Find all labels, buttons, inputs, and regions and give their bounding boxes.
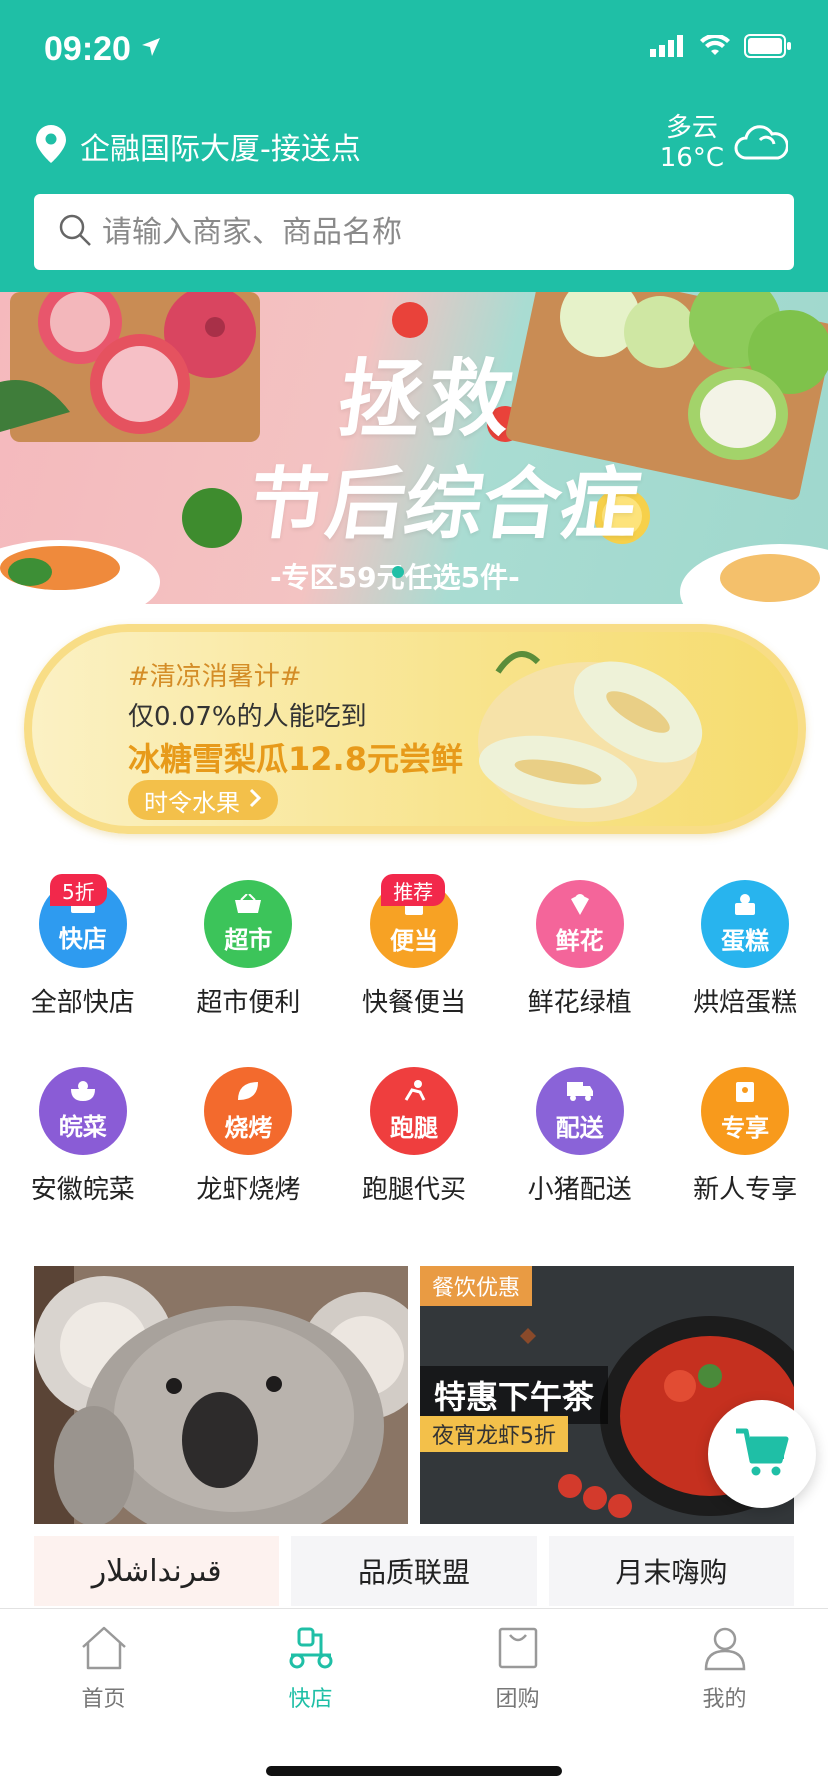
status-time: 09:20	[44, 30, 131, 68]
promo-button-label: 时令水果	[144, 788, 240, 817]
category-grid: 快店 5折 全部快店 超市 超市便利 便当 推荐 快餐便当 鲜花 鲜花绿植 蛋糕…	[0, 874, 828, 1206]
promo-banner[interactable]: #清凉消暑计# 仅0.07%的人能吃到 冰糖雪梨瓜12.8元尝鲜 时令水果	[24, 624, 806, 834]
shopping-bag-icon	[495, 1625, 541, 1675]
tab-me[interactable]: 我的	[621, 1609, 828, 1729]
category-label: 超市便利	[196, 988, 301, 1018]
bowl-icon	[69, 1080, 97, 1105]
leaf-icon	[236, 1080, 260, 1106]
category-icon-circle: 烧烤	[204, 1067, 293, 1155]
tile-uyghur[interactable]: قىرنداشلار	[34, 1536, 280, 1606]
discount-badge: 5折	[50, 874, 107, 906]
category-icon-circle: 鲜花	[535, 880, 624, 968]
tab-label: 我的	[702, 1687, 747, 1712]
carousel-indicator[interactable]	[392, 566, 404, 578]
weather-temp: 16°C	[659, 142, 724, 173]
category-crayfish-bbq[interactable]: 烧烤 龙虾烧烤	[166, 1067, 332, 1206]
category-label: 龙虾烧烤	[196, 1175, 301, 1205]
hero-title-line1: 拯救	[332, 350, 522, 448]
category-icon-circle: 超市	[204, 880, 293, 968]
promo-line2: 冰糖雪梨瓜12.8元尝鲜	[128, 740, 463, 778]
signal-icon	[650, 35, 686, 61]
wifi-icon	[700, 33, 730, 61]
category-supermarket[interactable]: 超市 超市便利	[166, 880, 332, 1019]
promo-line1: 仅0.07%的人能吃到	[128, 702, 367, 732]
category-flowers[interactable]: 鲜花 鲜花绿植	[497, 880, 663, 1019]
tile-quality-alliance[interactable]: 品质联盟	[291, 1536, 537, 1606]
category-bakery[interactable]: 蛋糕 烘焙蛋糕	[662, 880, 828, 1019]
promo-button[interactable]: 时令水果	[128, 780, 278, 820]
cloud-icon	[734, 122, 789, 166]
home-icon	[79, 1625, 129, 1675]
chevron-right-icon	[248, 786, 262, 814]
tab-group-buy[interactable]: 团购	[414, 1609, 621, 1729]
category-label: 全部快店	[30, 988, 135, 1018]
category-label: 快餐便当	[361, 988, 466, 1018]
search-bar[interactable]	[34, 194, 794, 270]
recommend-badge: 推荐	[381, 874, 446, 906]
category-icon-circle: 皖菜	[38, 1067, 127, 1155]
category-fast-food[interactable]: 便当 推荐 快餐便当	[331, 874, 497, 1019]
tab-home[interactable]: 首页	[0, 1609, 207, 1729]
runner-icon	[400, 1079, 428, 1106]
home-indicator	[266, 1766, 562, 1776]
category-label: 小猪配送	[527, 1175, 632, 1205]
category-errands[interactable]: 跑腿 跑腿代买	[331, 1067, 497, 1206]
tab-label: 首页	[81, 1687, 126, 1712]
battery-icon	[744, 34, 792, 62]
melon-illustration	[478, 651, 703, 822]
status-bar: 09:20	[0, 0, 828, 100]
weather-desc: 多云	[665, 113, 718, 143]
tab-bar: 首页 快店 团购 我的	[0, 1608, 828, 1792]
category-all-stores[interactable]: 快店 5折 全部快店	[0, 874, 166, 1019]
cake-icon	[732, 893, 758, 919]
category-label: 跑腿代买	[361, 1175, 466, 1205]
food-subtitle: 夜宵龙虾5折	[420, 1416, 568, 1452]
weather-widget: 多云 16°C	[659, 113, 789, 174]
category-icon-circle: 跑腿	[369, 1067, 458, 1155]
category-pig-delivery[interactable]: 配送 小猪配送	[497, 1067, 663, 1206]
hero-banner[interactable]: 拯救 节后综合症 -专区59元任选5件-	[0, 292, 828, 604]
category-anhui-cuisine[interactable]: 皖菜 安徽皖菜	[0, 1067, 166, 1206]
feature-tiles: قىرنداشلار 品质联盟 月末嗨购	[34, 1536, 794, 1606]
search-input[interactable]	[102, 214, 742, 250]
hero-title-line2: 节后综合症	[242, 460, 646, 550]
location-arrow-icon	[140, 36, 162, 62]
truck-icon	[565, 1080, 595, 1106]
header: 09:20 企融国际大厦-接送点 多云 16°C	[0, 0, 828, 292]
category-label: 鲜花绿植	[527, 988, 632, 1018]
category-icon-circle: 专享	[701, 1067, 790, 1155]
koala-image	[34, 1266, 408, 1524]
basket-icon	[233, 892, 263, 918]
category-icon-circle: 蛋糕	[701, 880, 790, 968]
tab-label: 快店	[288, 1687, 333, 1712]
category-label: 新人专享	[693, 1175, 798, 1205]
cart-icon	[734, 1427, 790, 1481]
scooter-icon	[285, 1625, 337, 1675]
tab-label: 团购	[495, 1687, 540, 1712]
location-selector[interactable]: 企融国际大厦-接送点	[36, 124, 361, 168]
tile-month-end-sale[interactable]: 月末嗨购	[548, 1536, 794, 1606]
koala-promo-card[interactable]	[34, 1266, 408, 1524]
category-label: 安徽皖菜	[30, 1175, 135, 1205]
user-icon	[702, 1625, 748, 1675]
food-tag: 餐饮优惠	[420, 1266, 533, 1306]
promo-tag: #清凉消暑计#	[128, 662, 302, 692]
category-icon-circle: 配送	[535, 1067, 624, 1155]
location-text: 企融国际大厦-接送点	[80, 132, 361, 167]
category-label: 烘焙蛋糕	[693, 988, 798, 1018]
location-pin-icon	[36, 125, 66, 167]
flower-icon	[567, 893, 593, 919]
search-icon	[58, 213, 92, 251]
category-new-user[interactable]: 专享 新人专享	[662, 1067, 828, 1206]
tab-stores[interactable]: 快店	[207, 1609, 414, 1729]
cart-button[interactable]	[708, 1400, 816, 1508]
gift-icon	[733, 1080, 757, 1106]
